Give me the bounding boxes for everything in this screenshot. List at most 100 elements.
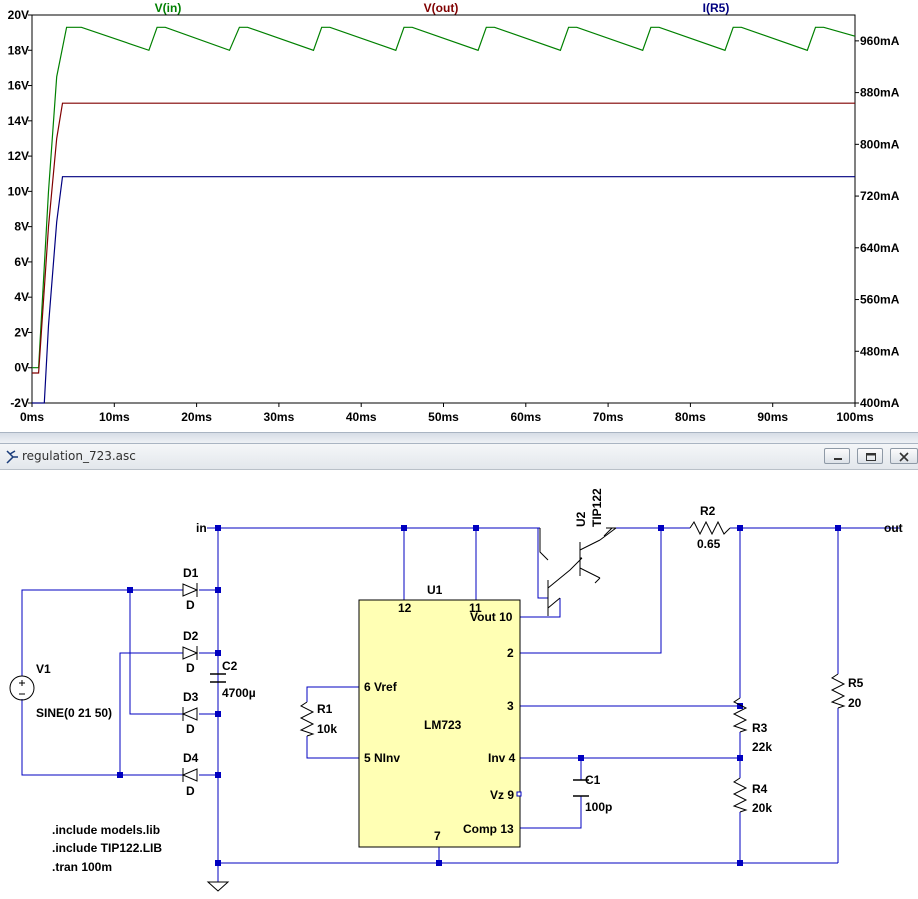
y-left-tick-label: 12V	[8, 149, 29, 163]
y-left-tick-label: 18V	[8, 43, 29, 57]
r1-symbol	[299, 701, 315, 737]
directive-tran: .tran 100m	[52, 860, 112, 874]
r1-ref: R1	[317, 702, 333, 716]
close-icon	[899, 452, 909, 462]
r2-ref: R2	[700, 504, 716, 518]
y-right-tick-label: 720mA	[860, 189, 900, 203]
d4-value: D	[186, 784, 195, 798]
close-button[interactable]	[890, 448, 918, 464]
y-right-tick-label: 960mA	[860, 34, 900, 48]
x-tick-label: 50ms	[428, 410, 459, 424]
d4-symbol	[181, 768, 198, 782]
y-left-tick-label: 16V	[8, 79, 29, 93]
minimize-button[interactable]	[824, 448, 850, 464]
r3-ref: R3	[752, 721, 768, 735]
y-right-tick-label: 560mA	[860, 293, 900, 307]
x-tick-label: 80ms	[675, 410, 706, 424]
y-axis-right: 400mA 480mA 560mA 640mA 720mA 800mA 880mA 960mA	[855, 34, 900, 410]
schematic-canvas[interactable]: in out U1 LM723 12 11 Vout 10 2 3 Inv 4 …	[0, 470, 918, 899]
x-tick-label: 90ms	[757, 410, 788, 424]
u1-pin-vref: 6 Vref	[364, 680, 398, 694]
u1-pin-inv: Inv 4	[488, 751, 516, 765]
x-tick-label: 0ms	[20, 410, 44, 424]
directive-include-models: .include models.lib	[52, 823, 160, 837]
restore-icon	[866, 453, 876, 461]
pane-splitter[interactable]	[0, 432, 918, 444]
schematic-window-titlebar[interactable]: regulation_723.asc	[0, 444, 918, 470]
u1-pin-2: 2	[507, 646, 514, 660]
y-left-tick-label: 6V	[14, 255, 29, 269]
x-tick-label: 60ms	[510, 410, 541, 424]
d3-value: D	[186, 722, 195, 736]
r2-value: 0.65	[697, 537, 721, 551]
r5-symbol	[830, 673, 846, 709]
r4-ref: R4	[752, 782, 768, 796]
y-left-tick-label: 4V	[14, 290, 29, 304]
legend-entry[interactable]: I(R5)	[703, 1, 730, 15]
u1-pin-vout: Vout 10	[470, 610, 513, 624]
d1-value: D	[186, 598, 195, 612]
y-left-tick-label: 2V	[14, 325, 29, 339]
legend-entry[interactable]: V(out)	[424, 1, 459, 15]
d1-symbol	[182, 583, 199, 597]
d3-ref: D3	[183, 690, 199, 704]
d1-ref: D1	[183, 566, 199, 580]
ltspice-icon	[6, 450, 18, 464]
u2-part: TIP122	[590, 488, 604, 527]
c2-ref: C2	[222, 659, 238, 673]
legend-entry[interactable]: V(in)	[155, 1, 182, 15]
schematic-drawing: in out U1 LM723 12 11 Vout 10 2 3 Inv 4 …	[9, 488, 903, 892]
y-left-tick-label: 10V	[8, 184, 29, 198]
window-title: regulation_723.asc	[22, 449, 136, 463]
restore-button[interactable]	[857, 448, 883, 464]
y-axis-left: -2V 0V 2V 4V 6V 8V 10V 12V 14V 16V 18V 20V	[8, 8, 32, 410]
u1-pin-12: 12	[398, 601, 412, 615]
r1-value: 10k	[317, 722, 337, 736]
d4-ref: D4	[183, 751, 199, 765]
u1-pin-comp: Comp 13	[463, 822, 514, 836]
y-right-tick-label: 400mA	[860, 396, 900, 410]
r5-value: 20	[848, 696, 862, 710]
waveform-chart: 0ms 10ms 20ms 30ms 40ms 50ms 60ms 70ms 80ms 90ms 1…	[8, 1, 900, 424]
net-in-label: in	[196, 521, 207, 535]
x-tick-label: 20ms	[181, 410, 212, 424]
tip122-symbol[interactable]	[539, 527, 617, 616]
minimize-icon	[834, 458, 842, 460]
y-right-tick-label: 800mA	[860, 137, 900, 151]
vz-pin-open	[516, 791, 522, 797]
x-tick-label: 100ms	[836, 410, 874, 424]
d2-symbol	[182, 646, 199, 660]
v1-ref: V1	[36, 662, 51, 676]
d2-value: D	[186, 661, 195, 675]
legend: V(in) V(out) I(R5)	[155, 1, 730, 15]
r4-value: 20k	[752, 801, 772, 815]
u1-ref: U1	[427, 583, 443, 597]
x-tick-label: 10ms	[99, 410, 130, 424]
y-left-tick-label: 8V	[14, 220, 29, 234]
u1-pin-ninv: 5 NInv	[364, 751, 400, 765]
x-axis: 0ms 10ms 20ms 30ms 40ms 50ms 60ms 70ms 80ms 90ms 1…	[20, 403, 874, 424]
c1-value: 100p	[585, 800, 612, 814]
u1-part: LM723	[424, 718, 462, 732]
x-tick-label: 30ms	[264, 410, 295, 424]
y-left-tick-label: 14V	[8, 114, 29, 128]
d3-symbol	[181, 707, 198, 721]
u1-pin-3: 3	[507, 699, 514, 713]
r4-symbol	[732, 777, 748, 813]
u2-ref: U2	[574, 511, 588, 527]
y-right-tick-label: 640mA	[860, 241, 900, 255]
x-tick-label: 40ms	[346, 410, 377, 424]
c1-ref: C1	[585, 773, 601, 787]
c2-value: 4700µ	[222, 686, 256, 700]
y-left-tick-label: 20V	[8, 8, 29, 22]
y-right-tick-label: 480mA	[860, 344, 900, 358]
x-tick-label: 70ms	[593, 410, 624, 424]
waveform-plot-pane[interactable]: 0ms 10ms 20ms 30ms 40ms 50ms 60ms 70ms 80ms 90ms 1…	[0, 0, 918, 432]
ground-symbol	[206, 881, 230, 892]
y-right-tick-label: 880mA	[860, 86, 900, 100]
r5-ref: R5	[848, 676, 864, 690]
v1-value: SINE(0 21 50)	[36, 706, 112, 720]
u1-pin-vz: Vz 9	[490, 788, 514, 802]
directive-include-tip122: .include TIP122.LIB	[52, 841, 162, 855]
v1-source[interactable]	[9, 675, 35, 701]
